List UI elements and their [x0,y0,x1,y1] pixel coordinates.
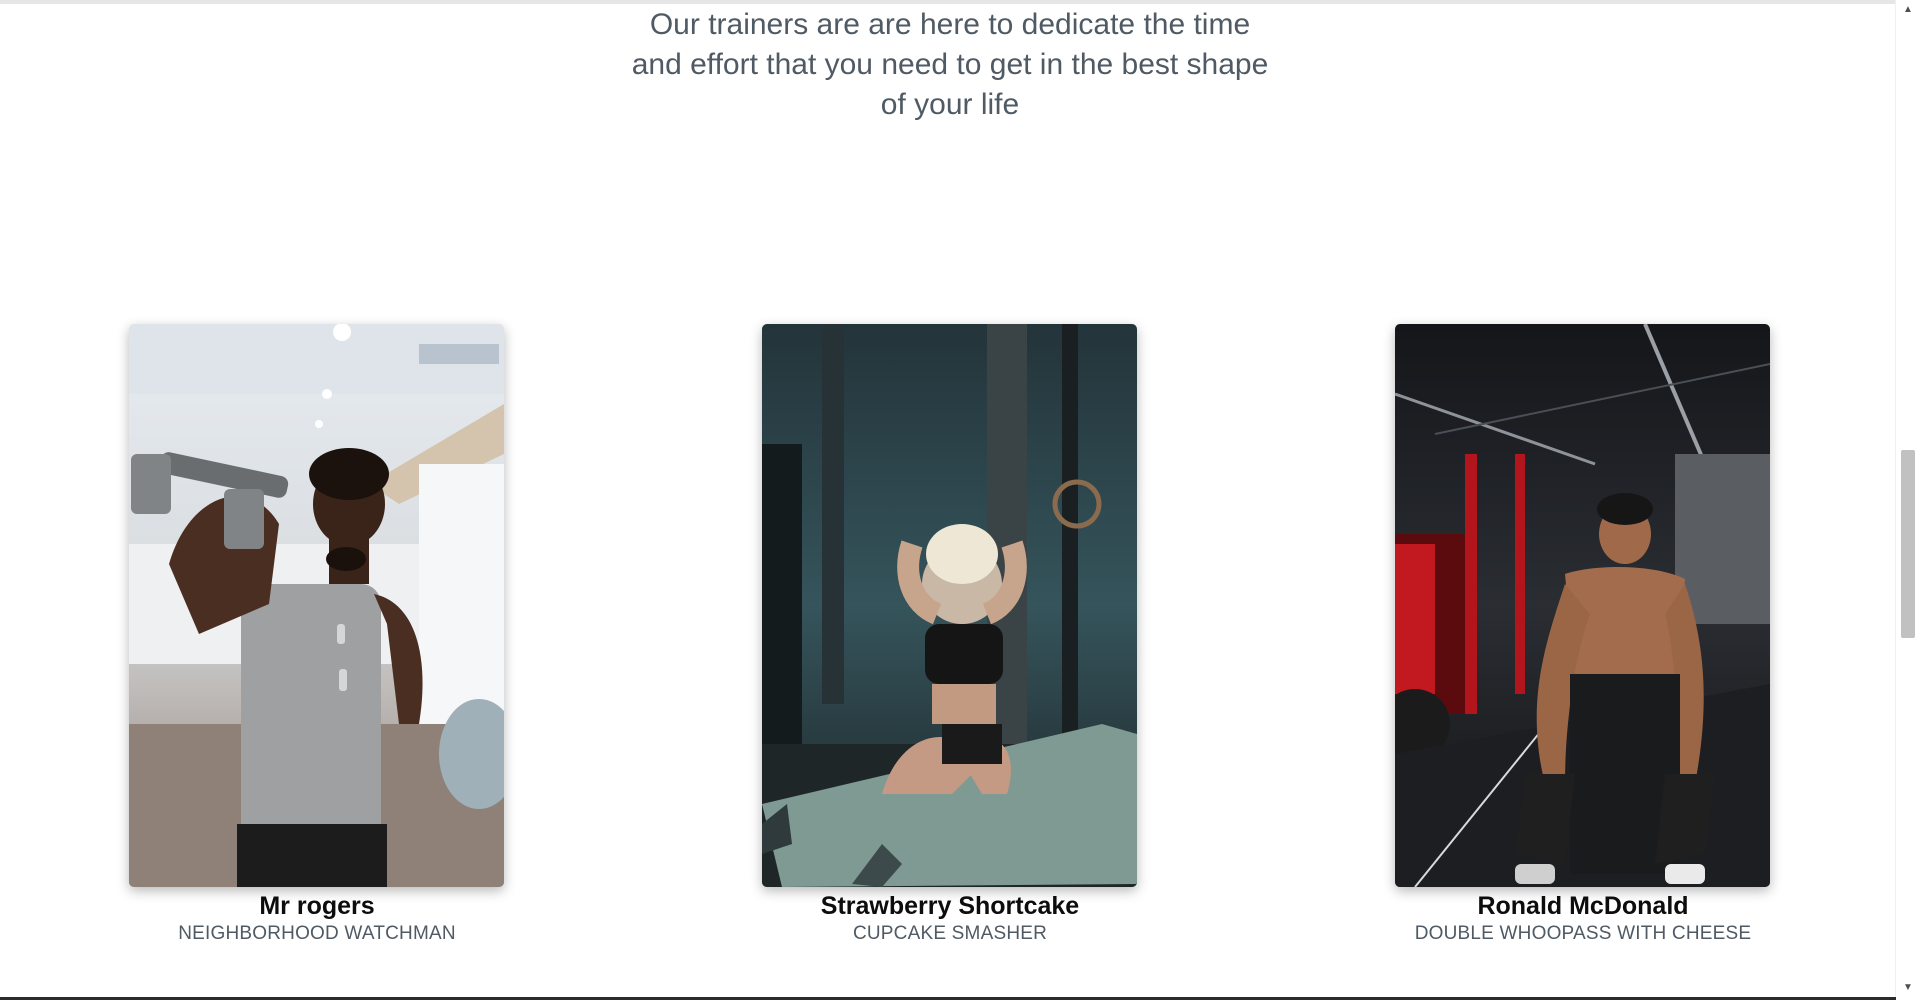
vertical-scrollbar[interactable]: ▲ ▼ [1895,0,1920,1000]
triangle-up-icon[interactable]: ▲ [1896,2,1920,18]
trainer-photo [1395,324,1770,887]
trainer-name: Strawberry Shortcake [820,892,1080,920]
trainer-role: NEIGHBORHOOD WATCHMAN [178,923,456,944]
trainer-photo-image [129,324,504,887]
trainer-role: CUPCAKE SMASHER [852,923,1048,944]
trainers-section: Our trainers are are here to dedicate th… [0,0,1920,1000]
trainer-photo-image [1395,324,1770,887]
trainer-role: DOUBLE WHOOPASS WITH CHEESE [1414,923,1752,944]
trainer-card[interactable]: Mr rogers NEIGHBORHOOD WATCHMAN [129,324,505,946]
trainer-card[interactable]: Ronald McDonald DOUBLE WHOOPASS WITH CHE… [1395,324,1771,946]
top-divider [0,0,1920,4]
intro-text: Our trainers are are here to dedicate th… [631,8,1269,121]
trainer-card[interactable]: Strawberry Shortcake CUPCAKE SMASHER [762,324,1138,946]
scrollbar-thumb[interactable] [1901,450,1915,638]
trainer-name: Mr rogers [259,892,375,920]
trainer-photo [129,324,504,887]
triangle-down-icon[interactable]: ▼ [1896,980,1920,996]
trainer-name: Ronald McDonald [1477,892,1689,920]
trainer-photo [762,324,1137,887]
intro-block: Our trainers are are here to dedicate th… [0,5,1900,125]
trainer-photo-image [762,324,1137,887]
